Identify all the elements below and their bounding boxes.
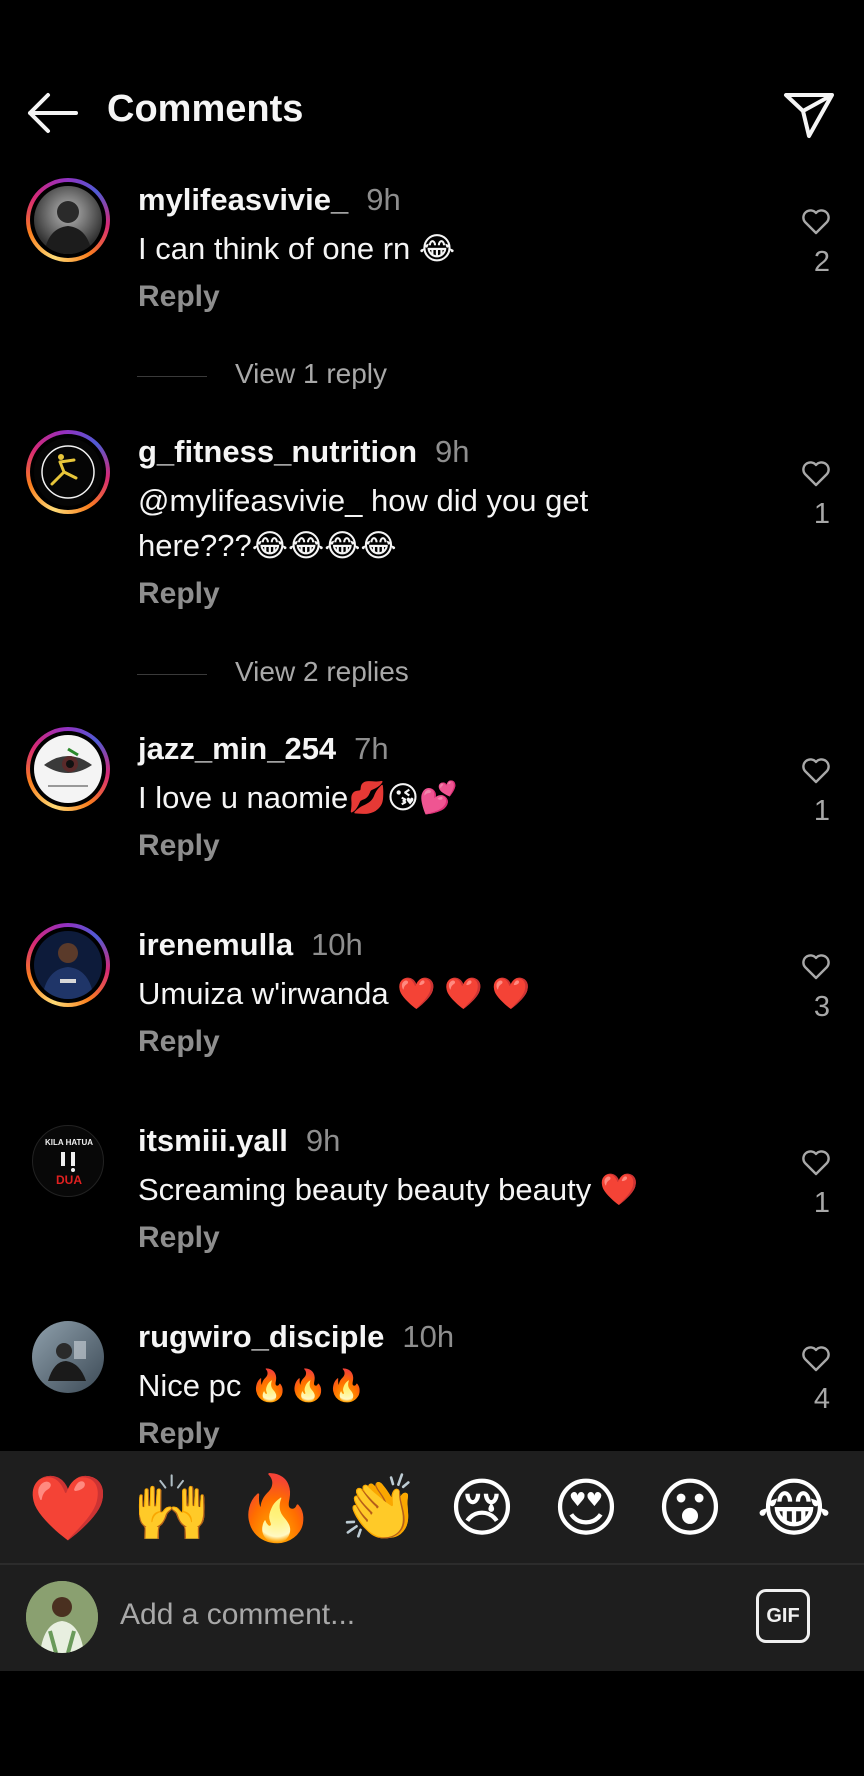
comment-time: 9h <box>366 182 401 217</box>
comments-header: Comments <box>0 78 864 148</box>
page-title: Comments <box>107 88 304 130</box>
avatar-logo-text: DUA <box>56 1173 82 1187</box>
reply-button[interactable]: Reply <box>138 829 220 863</box>
emoji-surprised-face[interactable]: 😮 <box>652 1471 728 1547</box>
comment-item: jazz_min_254 7h I love u naomie💋😘💕 Reply … <box>0 719 864 889</box>
comment-time: 10h <box>311 927 363 962</box>
emoji-red-heart[interactable]: ❤️ <box>28 1471 108 1547</box>
emoji-crying-face[interactable]: 😢 <box>444 1471 520 1547</box>
back-arrow-icon[interactable] <box>24 90 80 136</box>
reply-button[interactable]: Reply <box>138 280 220 314</box>
like-count: 1 <box>813 498 830 530</box>
heart-icon[interactable] <box>796 949 836 985</box>
heart-icon[interactable] <box>796 456 836 492</box>
comment-username[interactable]: g_fitness_nutrition 9h <box>138 434 470 470</box>
view-replies-label: View 1 reply <box>235 358 388 389</box>
emoji-tears-of-joy[interactable]: 😂 <box>756 1471 832 1547</box>
story-avatar[interactable] <box>26 727 110 811</box>
comment-item: KILA HATUA DUA itsmiii.yall 9h Screaming … <box>0 1111 864 1281</box>
comment-username[interactable]: irenemulla 10h <box>138 927 363 963</box>
comment-time: 9h <box>435 434 470 469</box>
avatar-photo <box>34 931 102 999</box>
avatar[interactable]: KILA HATUA DUA <box>32 1125 104 1197</box>
replies-divider <box>137 376 207 377</box>
comments-list[interactable]: mylifeasvivie_ 9h I can think of one rn 😂… <box>0 170 864 1450</box>
comment-input[interactable] <box>120 1590 620 1640</box>
comment-item: g_fitness_nutrition 9h @mylifeasvivie_ ho… <box>0 422 864 692</box>
comment-text: Umuiza w'irwanda ❤️ ❤️ ❤️ <box>138 976 531 1011</box>
replies-divider <box>137 674 207 675</box>
comment-time: 9h <box>305 1123 341 1158</box>
gif-button[interactable]: GIF <box>756 1589 810 1643</box>
emoji-fire[interactable]: 🔥 <box>236 1471 316 1547</box>
story-avatar[interactable] <box>26 923 110 1007</box>
reply-button[interactable]: Reply <box>138 577 220 611</box>
emoji-raising-hands[interactable]: 🙌 <box>132 1471 212 1547</box>
avatar-photo <box>34 438 102 506</box>
heart-icon[interactable] <box>796 1145 836 1181</box>
comment-text: Nice pc 🔥🔥🔥 <box>138 1368 366 1403</box>
heart-icon[interactable] <box>796 204 836 240</box>
reply-button[interactable]: Reply <box>138 1221 220 1255</box>
comment-text: I love u naomie💋😘💕 <box>138 780 458 815</box>
view-replies-label: View 2 replies <box>235 656 409 687</box>
reply-button[interactable]: Reply <box>138 1417 220 1450</box>
comment-composer: GIF <box>0 1565 864 1671</box>
like-count: 3 <box>813 991 830 1023</box>
emoji-clapping-hands[interactable]: 👏 <box>340 1471 420 1547</box>
comment-text: Screaming beauty beauty beauty ❤️ <box>138 1172 639 1207</box>
heart-icon[interactable] <box>796 753 836 789</box>
comment-username[interactable]: rugwiro_disciple 10h <box>138 1319 454 1355</box>
comment-username[interactable]: mylifeasvivie_ 9h <box>138 182 401 218</box>
comment-item: irenemulla 10h Umuiza w'irwanda ❤️ ❤️ ❤️ … <box>0 915 864 1085</box>
comment-username[interactable]: jazz_min_254 7h <box>138 731 389 767</box>
comment-text: @mylifeasvivie_ how did you get here???😂… <box>138 483 589 563</box>
comment-time: 7h <box>354 731 389 766</box>
like-count: 1 <box>813 795 830 827</box>
comment-username[interactable]: itsmiii.yall 9h <box>138 1123 340 1159</box>
my-avatar <box>26 1581 98 1653</box>
story-avatar[interactable] <box>26 430 110 514</box>
comment-item: mylifeasvivie_ 9h I can think of one rn 😂… <box>0 170 864 400</box>
reply-button[interactable]: Reply <box>138 1025 220 1059</box>
like-count: 4 <box>813 1383 830 1415</box>
comment-item: rugwiro_disciple 10h Nice pc 🔥🔥🔥 Reply 4 <box>0 1307 864 1450</box>
avatar-photo <box>34 186 102 254</box>
avatar[interactable] <box>32 1321 104 1393</box>
like-count: 2 <box>813 246 830 278</box>
emoji-heart-eyes[interactable]: 😍 <box>548 1471 624 1547</box>
comment-time: 10h <box>402 1319 455 1354</box>
emoji-reaction-bar: ❤️ 🙌 🔥 👏 😢 😍 😮 😂 <box>0 1451 864 1563</box>
avatar-logo-text: KILA HATUA <box>45 1138 93 1147</box>
comment-text: I can think of one rn 😂 <box>138 231 456 266</box>
avatar-photo <box>34 735 102 803</box>
story-avatar[interactable] <box>26 178 110 262</box>
like-count: 1 <box>813 1187 830 1219</box>
heart-icon[interactable] <box>796 1341 836 1377</box>
paper-plane-icon[interactable] <box>782 90 836 140</box>
